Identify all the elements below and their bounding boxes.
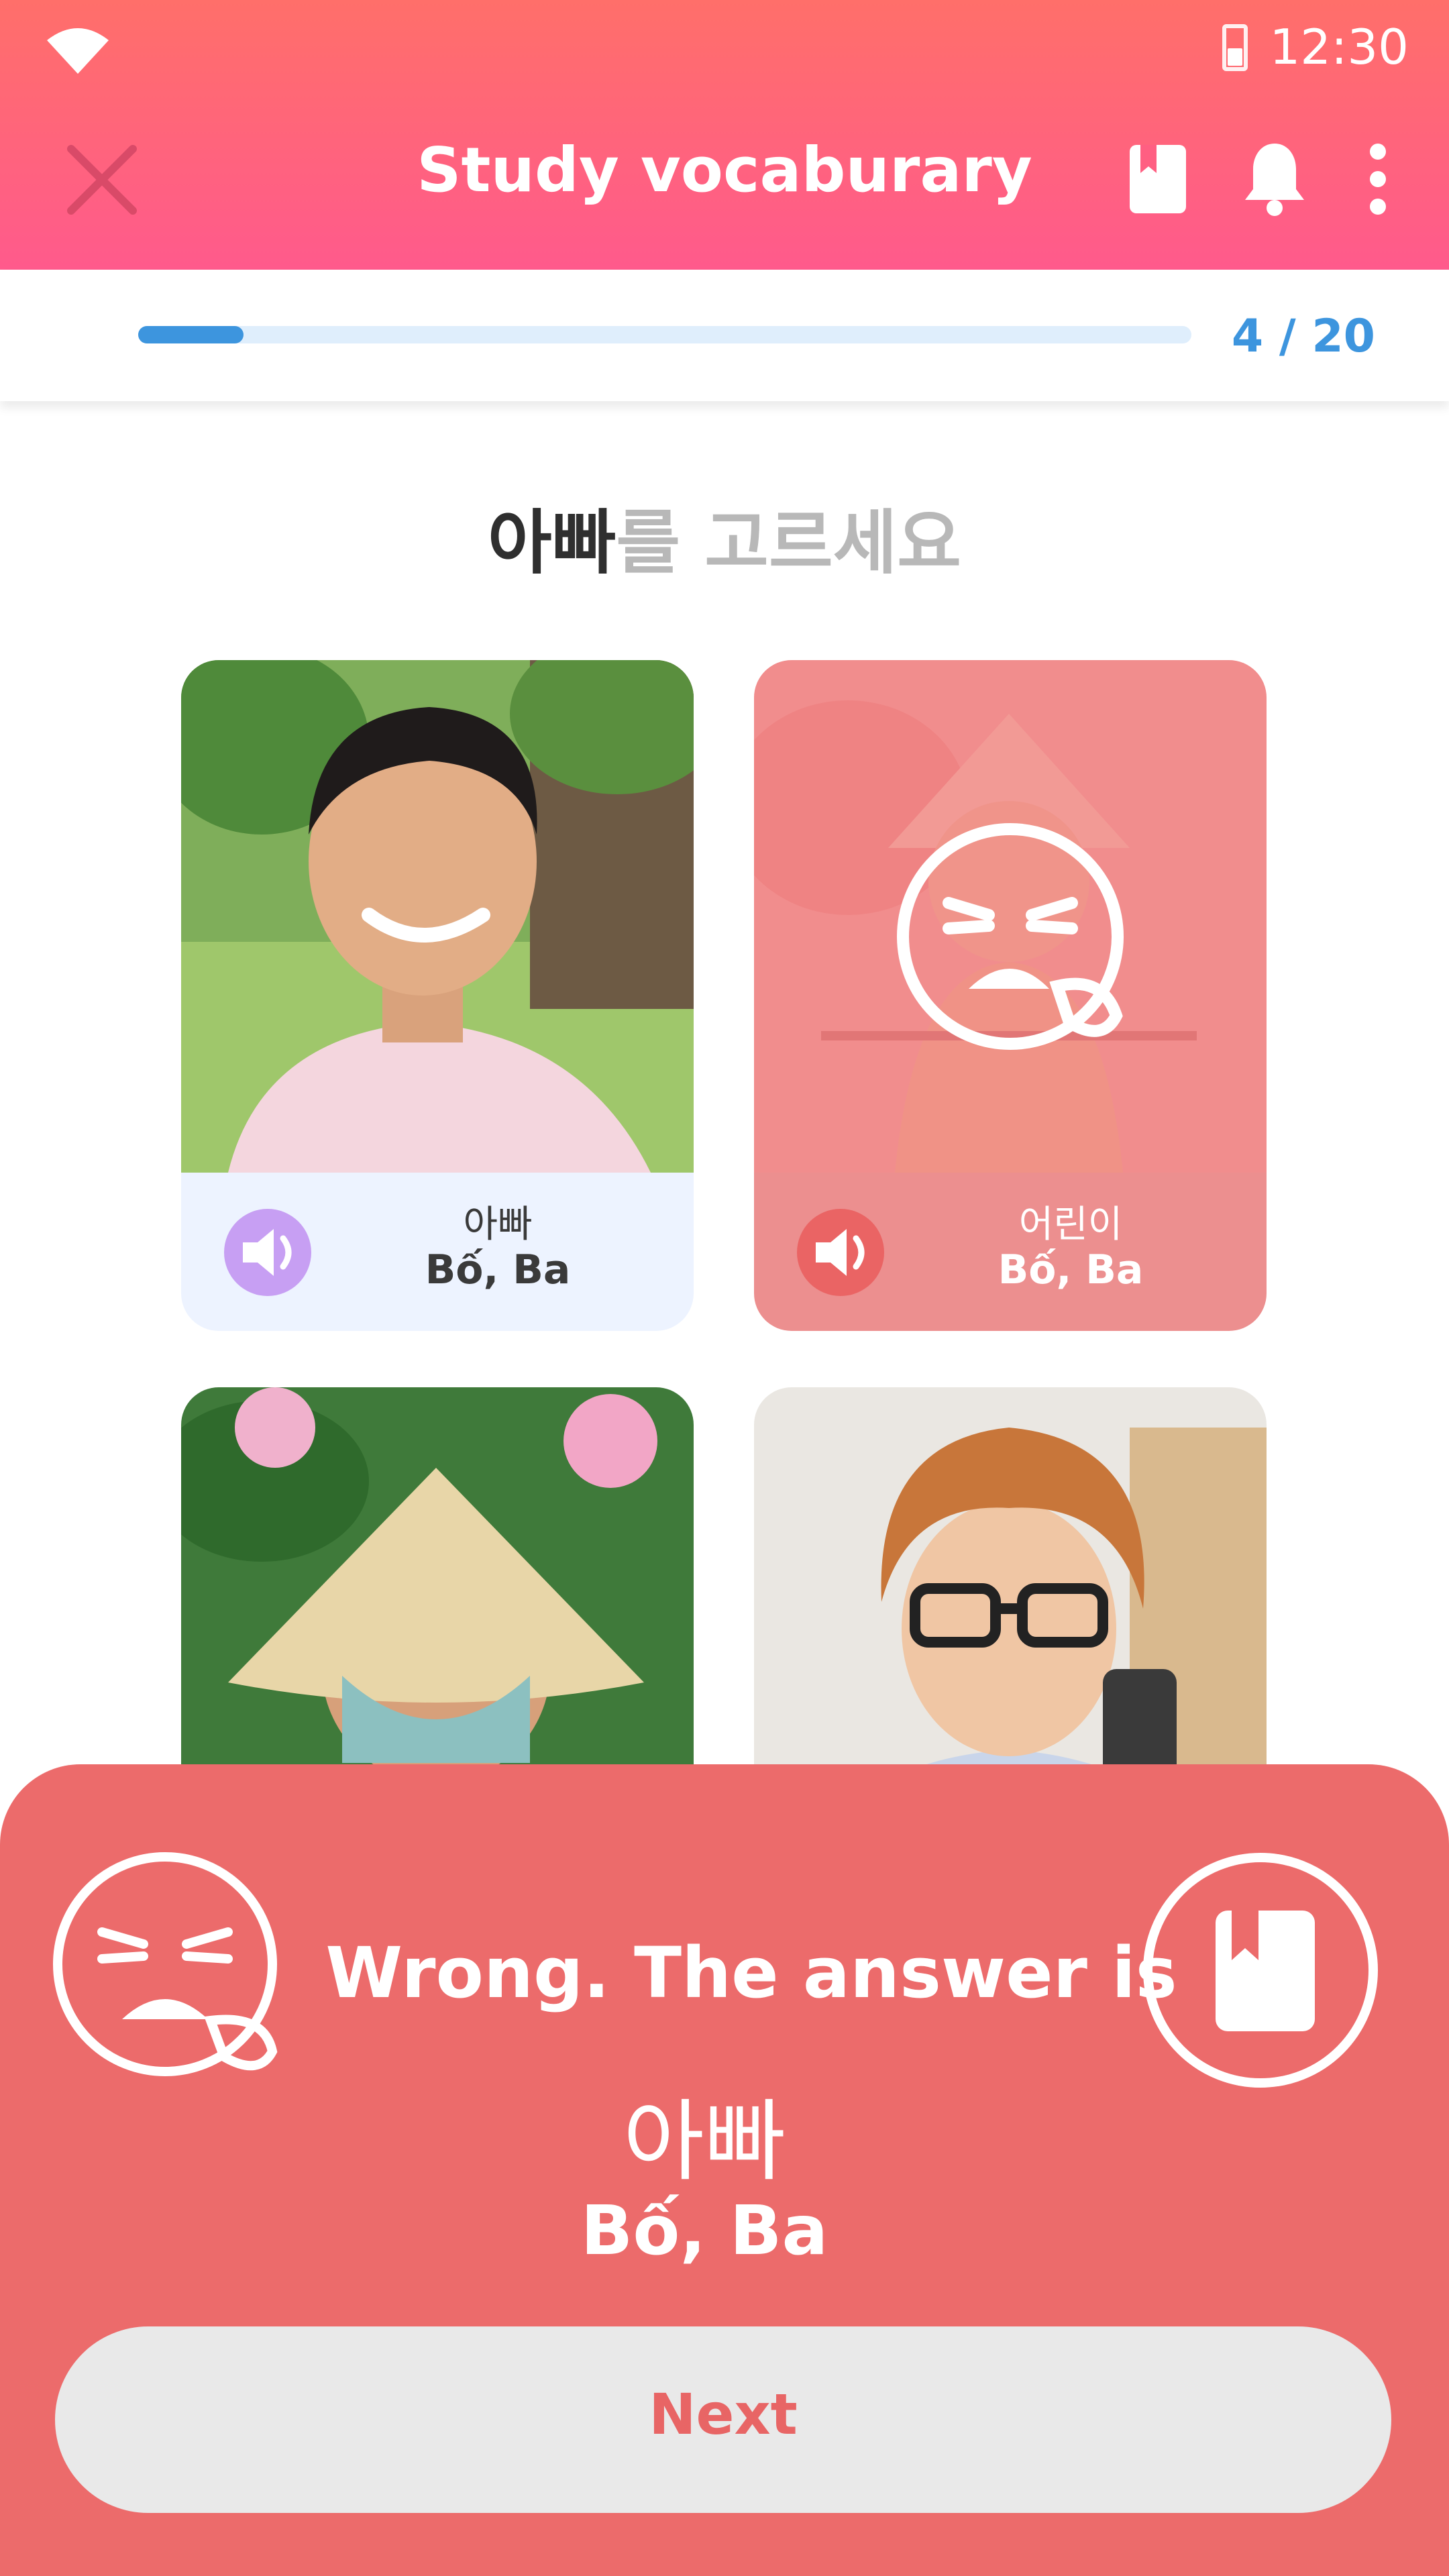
child-photo — [754, 660, 1267, 1173]
card-label-ko: 아빠 — [463, 1203, 533, 1246]
wifi-icon — [47, 28, 109, 74]
bookmark-icon — [1216, 1911, 1315, 2031]
progress-text: 4 / 20 — [1231, 310, 1375, 363]
card-label-ko: 어린이 — [1018, 1203, 1123, 1246]
progress-track — [138, 326, 1191, 343]
card-label-vi: Bố, Ba — [998, 1246, 1144, 1293]
answer-korean: 아빠 — [623, 2090, 786, 2194]
more-vertical-icon[interactable] — [1359, 142, 1397, 216]
battery-icon — [1222, 24, 1248, 71]
answer-card-child[interactable]: 어린이 Bố, Ba — [754, 660, 1267, 1331]
answer-card-father[interactable]: 아빠 Bố, Ba — [181, 660, 694, 1331]
bell-icon[interactable] — [1241, 140, 1308, 217]
page-title: Study vocaburary — [417, 134, 1032, 206]
question-prompt: 아빠를 고르세요 — [0, 486, 1449, 587]
status-time: 12:30 — [1269, 19, 1409, 75]
card-info: 아빠 Bố, Ba — [181, 1173, 694, 1331]
father-photo — [181, 660, 694, 1173]
card-info: 어린이 Bố, Ba — [754, 1173, 1267, 1331]
save-word-button[interactable] — [1143, 1853, 1378, 2088]
question-rest: 를 고르세요 — [616, 502, 961, 584]
question-word: 아빠 — [488, 502, 616, 584]
card-label-vi: Bố, Ba — [425, 1246, 571, 1293]
feedback-message: Wrong. The answer is — [325, 1932, 1177, 2014]
sad-face-icon — [53, 1852, 278, 2076]
bookmark-icon[interactable] — [1127, 142, 1189, 216]
progress-fill — [138, 326, 244, 343]
next-button-label: Next — [649, 2381, 798, 2447]
answer-vietnamese: Bố, Ba — [580, 2191, 828, 2271]
next-button[interactable]: Next — [55, 2326, 1391, 2513]
